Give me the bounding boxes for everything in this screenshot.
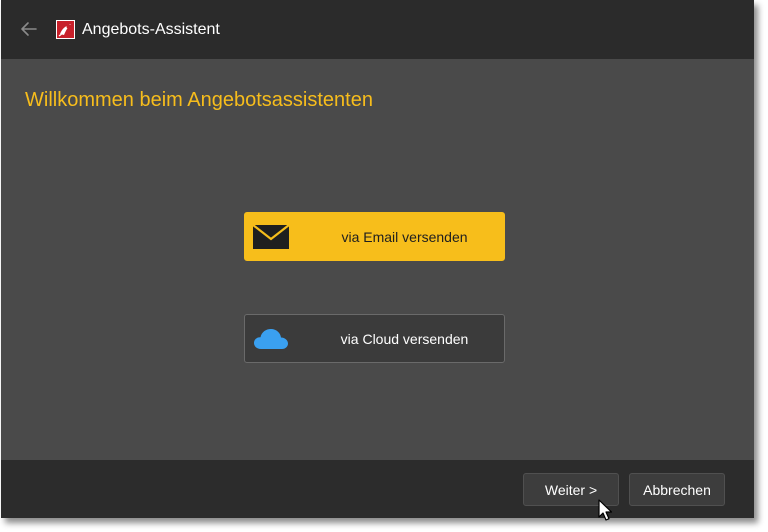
assistant-window: Angebots-Assistent Willkommen beim Angeb… xyxy=(1,0,754,518)
send-via-cloud-button[interactable]: via Cloud versenden xyxy=(244,314,505,363)
footer-bar: Weiter > Abbrechen xyxy=(1,460,754,518)
cancel-button[interactable]: Abbrechen xyxy=(629,473,725,506)
title-bar: Angebots-Assistent xyxy=(1,0,754,59)
page-heading: Willkommen beim Angebotsassistenten xyxy=(25,89,373,111)
send-via-cloud-label: via Cloud versenden xyxy=(340,330,469,347)
send-via-email-button[interactable]: via Email versenden xyxy=(244,212,505,261)
send-via-email-label: via Email versenden xyxy=(341,228,468,245)
mouse-pointer-icon xyxy=(598,499,614,523)
arrow-left-icon xyxy=(21,22,37,36)
cloud-icon xyxy=(252,324,290,354)
app-logo-icon xyxy=(56,20,75,39)
envelope-icon xyxy=(252,222,290,252)
window-title: Angebots-Assistent xyxy=(82,21,220,38)
back-button[interactable] xyxy=(18,18,40,40)
main-content: Willkommen beim Angebotsassistenten via … xyxy=(1,59,754,460)
